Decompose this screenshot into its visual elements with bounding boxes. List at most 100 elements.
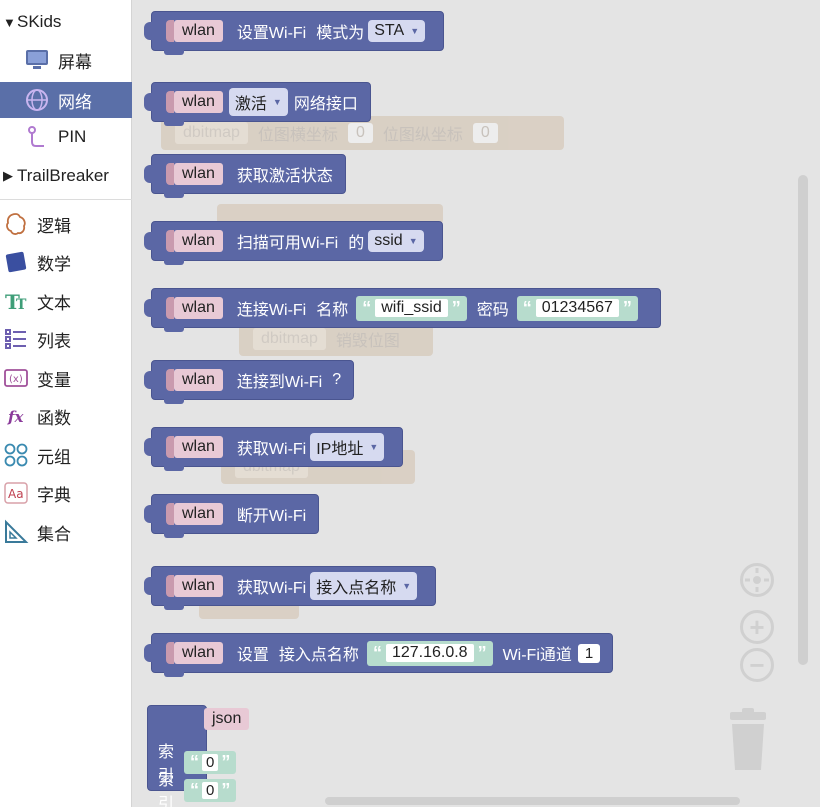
category-set[interactable]: 集合 — [0, 514, 132, 550]
wlan-chip: wlan — [166, 642, 223, 664]
close-quote-icon: ” — [477, 642, 487, 663]
category-trailbreaker[interactable]: ▶ TrailBreaker — [0, 158, 132, 194]
index-string-block[interactable]: “ 0 ” — [184, 778, 237, 802]
wlan-chip: wlan — [166, 436, 223, 458]
password-string-block[interactable]: “ 01234567 ” — [516, 295, 638, 321]
close-quote-icon: ” — [221, 779, 231, 800]
block-label: 密码 — [476, 302, 509, 319]
category-network[interactable]: 网络 — [0, 82, 132, 118]
wlan-chip: wlan — [166, 503, 223, 525]
block-is-connected[interactable]: wlan 连接到Wi-Fi ? — [143, 360, 355, 404]
scan-field-dropdown[interactable]: ssid ▼ — [368, 230, 424, 252]
dropdown-value: IP地址 — [316, 441, 364, 458]
block-get-ap-info[interactable]: wlan 获取Wi-Fi 接入点名称 ▼ — [143, 566, 437, 610]
category-label: 逻辑 — [37, 216, 71, 236]
zoom-out-icon[interactable]: − — [740, 648, 774, 682]
block-connect-wifi[interactable]: wlan 连接Wi-Fi 名称 “ wifi_ssid ” 密码 “ 01234… — [144, 288, 661, 332]
category-text[interactable]: TT 文本 — [0, 283, 132, 319]
block-label: 断开Wi-Fi — [236, 508, 307, 525]
recenter-icon[interactable] — [740, 563, 774, 597]
category-tuple[interactable]: 元组 — [0, 437, 132, 473]
ap-info-dropdown[interactable]: 接入点名称 ▼ — [310, 572, 418, 600]
set-icon — [3, 519, 29, 545]
block-label: 名称 — [316, 302, 349, 319]
ssid-string-block[interactable]: “ wifi_ssid ” — [356, 295, 467, 321]
dropdown-arrow-icon: ▼ — [410, 26, 420, 36]
dictionary-icon: Aa — [3, 480, 29, 506]
block-set-ap[interactable]: wlan 设置 接入点名称 “ 127.16.0.8 ” Wi-Fi通道 1 — [143, 633, 614, 677]
zoom-in-icon[interactable]: + — [740, 610, 774, 644]
ghost-value: 0 — [472, 123, 498, 143]
json-chip: json — [204, 708, 250, 730]
category-label: 网络 — [58, 92, 92, 112]
block-label: 连接到Wi-Fi — [236, 374, 323, 391]
workspace[interactable]: dbitmap 位图横坐标 0 位图纵坐标 0 dbitmap 销毁位图 dbi… — [133, 0, 820, 807]
category-skids[interactable]: ▼ SKids — [0, 4, 132, 40]
ap-name-input[interactable]: 127.16.0.8 — [385, 644, 474, 662]
block-label: 连接Wi-Fi — [236, 302, 307, 319]
globe-icon — [24, 87, 50, 113]
block-label: 模式为 — [316, 25, 365, 42]
open-quote-icon: “ — [372, 642, 382, 663]
index-input[interactable]: 0 — [202, 781, 219, 799]
category-logic[interactable]: 逻辑 — [0, 206, 132, 242]
block-label: 设置 — [236, 647, 269, 664]
ap-string-block[interactable]: “ 127.16.0.8 ” — [366, 640, 493, 666]
open-quote-icon: “ — [190, 779, 200, 800]
block-label: 设置Wi-Fi — [236, 25, 307, 42]
category-label: PIN — [58, 127, 87, 146]
monitor-icon — [24, 47, 50, 73]
category-list[interactable]: 列表 — [0, 321, 132, 357]
dropdown-arrow-icon: ▼ — [369, 442, 379, 452]
activate-dropdown[interactable]: 激活 ▼ — [228, 88, 288, 116]
wlan-chip: wlan — [166, 297, 223, 319]
open-quote-icon: “ — [522, 297, 532, 318]
category-label: SKids — [17, 12, 62, 31]
block-get-wifi-info[interactable]: wlan 获取Wi-Fi IP地址 ▼ — [143, 427, 404, 471]
expand-triangle-icon: ▼ — [3, 14, 16, 30]
channel-input[interactable]: 1 — [577, 643, 601, 663]
close-quote-icon: ” — [622, 297, 632, 318]
password-input[interactable]: 01234567 — [535, 299, 619, 317]
block-activate-interface[interactable]: wlan 激活 ▼ 网络接口 — [144, 82, 371, 126]
category-label: 函数 — [37, 408, 71, 428]
category-function[interactable]: fx 函数 — [0, 398, 132, 434]
block-label: 网络接口 — [293, 96, 358, 113]
block-label: 扫描可用Wi-Fi — [236, 235, 339, 252]
close-quote-icon: ” — [451, 297, 461, 318]
block-scan-wifi[interactable]: wlan 扫描可用Wi-Fi 的 ssid ▼ — [144, 221, 443, 265]
category-label: 元组 — [37, 447, 71, 467]
block-get-active-status[interactable]: wlan 获取激活状态 — [144, 154, 346, 198]
math-icon — [3, 249, 29, 275]
trash-icon[interactable] — [724, 708, 772, 774]
dropdown-arrow-icon: ▼ — [408, 236, 418, 246]
category-label: TrailBreaker — [17, 166, 109, 185]
category-pin[interactable]: PIN — [0, 119, 132, 155]
block-label: 接入点名称 — [278, 647, 359, 664]
category-dictionary[interactable]: Aa 字典 — [0, 475, 132, 511]
toolbox: ▼ SKids 屏幕 网络 PIN ▶ TrailBreaker 逻辑 数学 T… — [0, 0, 132, 807]
block-disconnect-wifi[interactable]: wlan 断开Wi-Fi — [143, 494, 320, 538]
category-label: 变量 — [37, 370, 71, 390]
wlan-chip: wlan — [166, 20, 223, 42]
wlan-chip: wlan — [166, 163, 223, 185]
divider — [0, 199, 132, 200]
svg-text:Aa: Aa — [8, 487, 24, 501]
category-math[interactable]: 数学 — [0, 244, 132, 280]
block-label: ? — [332, 371, 342, 388]
ssid-input[interactable]: wifi_ssid — [375, 299, 448, 317]
block-label: 获取Wi-Fi — [236, 441, 307, 458]
pin-icon — [24, 124, 50, 150]
category-variable[interactable]: (x) 变量 — [0, 360, 132, 396]
svg-text:fx: fx — [7, 408, 24, 426]
category-screen[interactable]: 屏幕 — [0, 42, 132, 78]
vertical-scrollbar[interactable] — [798, 175, 808, 665]
category-label: 字典 — [37, 485, 71, 505]
mode-dropdown[interactable]: STA ▼ — [368, 20, 426, 42]
wifi-info-dropdown[interactable]: IP地址 ▼ — [310, 433, 385, 461]
block-json-index[interactable]: json 索引 “ 0 ” 索引 “ 0 ” — [147, 705, 250, 807]
block-label: 的 — [348, 235, 365, 252]
horizontal-scrollbar[interactable] — [325, 797, 740, 805]
block-set-wifi-mode[interactable]: wlan 设置Wi-Fi 模式为 STA ▼ — [143, 11, 445, 55]
ghost-value: 0 — [347, 123, 373, 143]
